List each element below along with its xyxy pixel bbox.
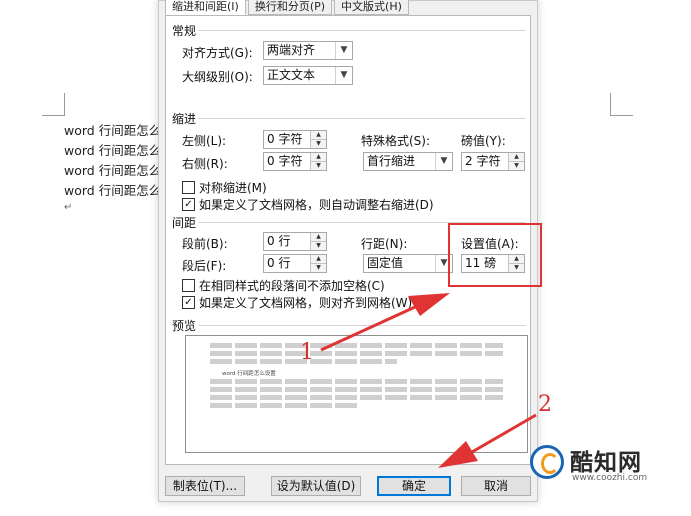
annotation-label-2: 2	[538, 392, 552, 417]
coozhi-logo-icon	[530, 445, 564, 479]
arrow-1-head	[408, 293, 450, 316]
watermark-title: 酷知网	[570, 450, 642, 476]
arrow-2-head	[438, 441, 478, 468]
annotation-label-1: 1	[300, 340, 314, 365]
arrow-1-line	[320, 305, 416, 352]
watermark: 酷知网 www.coozhi.com	[518, 437, 686, 495]
watermark-url: www.coozhi.com	[572, 473, 648, 483]
